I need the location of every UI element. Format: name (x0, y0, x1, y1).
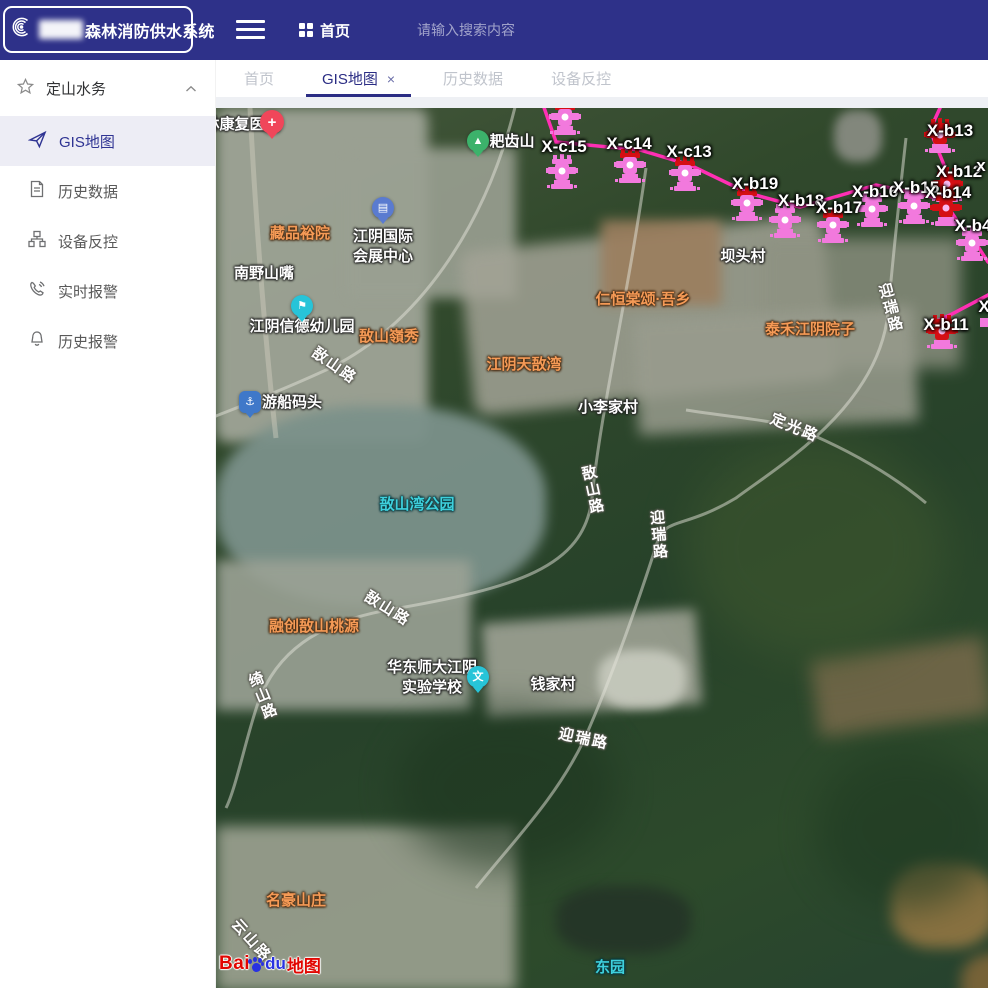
map-attribution: Bai du 地图 (219, 951, 321, 977)
tab-label: GIS地图 (322, 68, 378, 89)
hydrant-label: X-b11 (923, 315, 968, 335)
topbar-home[interactable]: 首页 (299, 0, 350, 60)
poi-label: 江阴天敔湾 (486, 355, 561, 375)
hydrant-label: X-b12 (936, 162, 982, 182)
poi-label: 华东师大江阴 实验学校 (387, 658, 477, 699)
bell-icon (28, 330, 46, 352)
tab-label: 历史数据 (443, 68, 503, 89)
star-icon (17, 78, 34, 99)
school-pin-icon: 文 (467, 666, 489, 688)
road-label: 迎瑞路 (645, 509, 670, 562)
sidebar-item-label: 历史报警 (58, 331, 118, 352)
hydrant-label: X-b4 (955, 216, 988, 236)
sidebar: 定山水务 GIS地图 历史数据 设 (0, 60, 216, 988)
sidebar-item-history-alarm[interactable]: 历史报警 (0, 316, 215, 366)
poi-label: 江阴国际 会展中心 (353, 227, 413, 268)
close-icon[interactable]: × (387, 72, 395, 86)
poi-label: 敔山嶺秀 (359, 327, 419, 347)
poi-label: 游船码头 (262, 393, 322, 413)
poi-label: 藏品裕院 (270, 224, 330, 244)
anchor-pin-icon: ⚓ (239, 391, 261, 413)
baidu-logo-text: du (265, 954, 286, 974)
kindergarten-pin-icon: ⚑ (291, 295, 313, 317)
poi-label: 东园 (595, 958, 625, 978)
sidebar-item-history-data[interactable]: 历史数据 (0, 166, 215, 216)
hydrant-label: X-c15 (541, 137, 586, 157)
hydrant-label: X-c14 (606, 134, 651, 154)
poi-label: 南野山嘴 (234, 264, 294, 284)
poi-label: 敔山湾公园 (379, 495, 454, 515)
poi-label: 泰禾江阴院子 (765, 320, 855, 340)
document-icon (28, 180, 46, 202)
radar-logo-icon (12, 15, 36, 44)
baidu-logo-text: Bai (219, 953, 250, 975)
search-input[interactable] (415, 21, 575, 39)
tab-device-control[interactable]: 设备反控 (527, 60, 635, 97)
tab-gis-map[interactable]: GIS地图 × (298, 60, 419, 97)
grid-icon (299, 23, 313, 37)
poi-label: 融创敔山桃源 (269, 617, 359, 637)
sidebar-item-label: 历史数据 (58, 181, 118, 202)
topbar: 森林消防供水系统 首页 (0, 0, 988, 60)
hydrant-label: X-b19 (732, 174, 778, 194)
sitemap-icon (28, 230, 46, 252)
sidebar-item-gis-map[interactable]: GIS地图 (0, 116, 215, 166)
hydrant-label: X-c13 (666, 142, 711, 162)
baidu-paw-icon (248, 957, 264, 972)
sidebar-item-label: GIS地图 (59, 131, 115, 152)
hydrant-label: X-b16 (852, 182, 898, 202)
building-pin-icon: ▤ (372, 197, 394, 219)
tab-label: 设备反控 (551, 68, 611, 89)
home-label: 首页 (320, 20, 350, 41)
phone-icon (28, 280, 46, 302)
hydrant-label-partial: x (976, 156, 985, 176)
tab-home[interactable]: 首页 (220, 60, 298, 97)
app-logo: 森林消防供水系统 (3, 6, 193, 53)
sidebar-item-label: 设备反控 (58, 231, 118, 252)
hydrant-label: X-b13 (927, 121, 973, 141)
sidebar-item-label: 实时报警 (58, 281, 118, 302)
poi-label: 小李家村 (578, 398, 638, 418)
hydrant-marker-partial (980, 318, 988, 327)
poi-label: 仁恒棠颂·吾乡 (596, 290, 691, 310)
tabbar-gap (216, 97, 988, 108)
tab-label: 首页 (244, 68, 274, 89)
hospital-pin-icon: + (260, 110, 284, 134)
hydrant-label: X-b14 (925, 183, 971, 203)
send-icon (28, 130, 47, 153)
redacted-logo-text (39, 20, 83, 39)
tab-history-data[interactable]: 历史数据 (419, 60, 527, 97)
tab-bar: 首页 GIS地图 × 历史数据 设备反控 (216, 60, 988, 97)
poi-label: 耙齿山 (489, 132, 534, 152)
search-box (415, 0, 575, 60)
app-title: 森林消防供水系统 (85, 18, 215, 42)
poi-label: 钱家村 (530, 675, 575, 695)
menu-toggle-icon[interactable] (236, 17, 265, 42)
sidebar-group-dingshan[interactable]: 定山水务 (0, 60, 215, 116)
sidebar-item-realtime-alarm[interactable]: 实时报警 (0, 266, 215, 316)
hydrant-marker-unlabeled[interactable] (548, 108, 582, 140)
hydrant-label-partial: X (978, 297, 988, 317)
chevron-up-icon[interactable] (185, 80, 197, 97)
baidu-map-label: 地图 (287, 952, 321, 977)
sidebar-item-device-control[interactable]: 设备反控 (0, 216, 215, 266)
map-canvas[interactable]: Bai du 地图 X-c15 X-c14 X-c13 X-b13 X-b12 X-b19… (216, 108, 988, 988)
poi-label: 名豪山庄 (266, 891, 326, 911)
sidebar-group-label: 定山水务 (46, 78, 185, 99)
mountain-pin-icon: ▲ (467, 130, 489, 152)
poi-label: 坝头村 (720, 247, 765, 267)
